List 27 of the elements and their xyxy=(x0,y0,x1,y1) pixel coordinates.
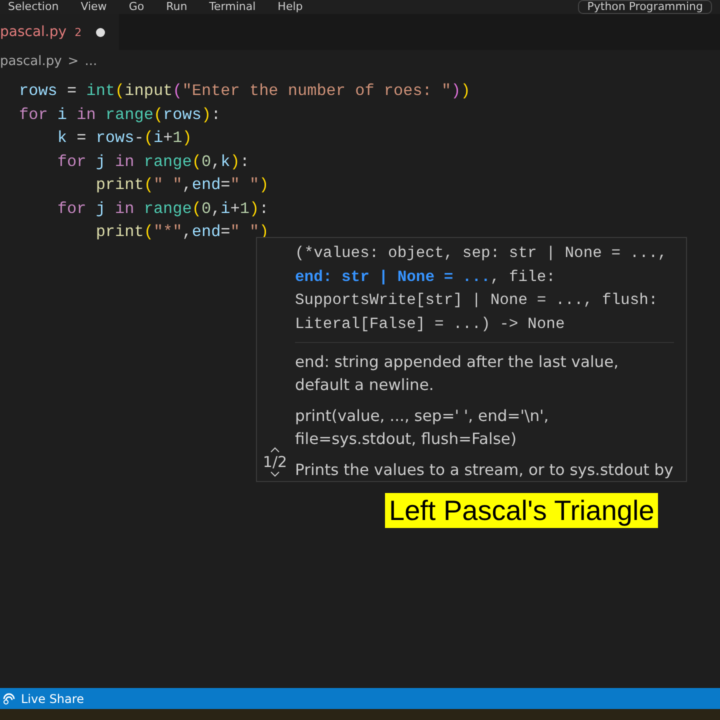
menu-item[interactable]: Terminal xyxy=(209,1,256,13)
breadcrumb-item[interactable]: pascal.py xyxy=(0,54,62,68)
doc-text: print(value, ..., sep=' ', end='\n', file=sys.stdout, flush=False) xyxy=(295,406,550,450)
code-line: rows = int(input("Enter the number of roes: ")) xyxy=(19,81,472,102)
overload-counter: 1/2 xyxy=(262,453,288,471)
tab-label: pascal.py xyxy=(0,24,67,40)
code-line: for i in range(rows): xyxy=(19,104,222,126)
menu-item[interactable]: Run xyxy=(166,1,188,13)
live-share-icon[interactable] xyxy=(2,692,16,704)
problem-count: 2 xyxy=(74,26,82,38)
search-field[interactable]: Python Programming xyxy=(578,0,712,14)
menu-item[interactable]: Help xyxy=(278,1,303,13)
code-line: k = rows-(i+1) xyxy=(56,128,193,149)
code-line: print(" ",end=" ") xyxy=(94,175,270,196)
menu-item[interactable]: Selection xyxy=(8,1,59,13)
doc-text: Prints the values to a stream, or to sys.stdout by xyxy=(295,460,674,481)
menu-item[interactable]: Go xyxy=(128,1,144,13)
breadcrumb-separator: > xyxy=(68,54,79,68)
function-signature: (*values: object, sep: str | None = ..., end: str | None = ..., file: SupportsWrite[str] | None = ..., flush: Literal[False] = ...) -> None xyxy=(295,242,674,343)
parameter-doc: end: string appended after the last value, default a newline. xyxy=(295,352,620,396)
code-line: for j in range(0,k): xyxy=(56,152,250,172)
code-line: for j in range(0,i+1): xyxy=(56,198,270,220)
menu-item[interactable]: View xyxy=(80,1,107,13)
breadcrumb-item[interactable]: ... xyxy=(84,54,98,68)
editor-tab[interactable]: pascal.py 2 xyxy=(0,14,119,50)
status-item[interactable]: Live Share xyxy=(21,692,84,706)
caption: Left Pascal's Triangle xyxy=(385,493,658,528)
